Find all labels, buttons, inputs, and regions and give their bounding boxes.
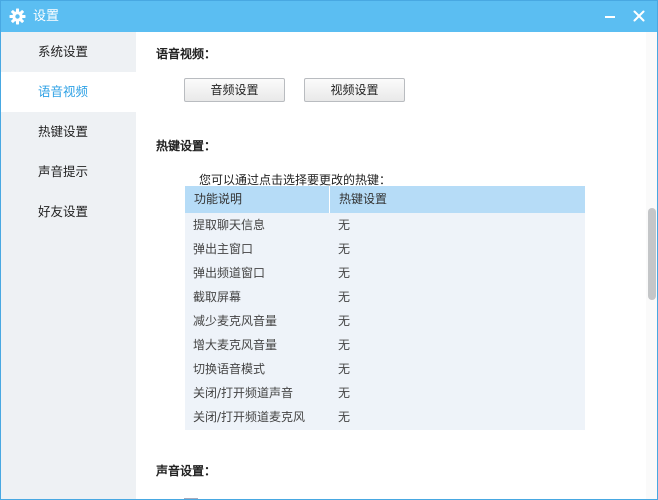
hotkey-value[interactable]: 无: [338, 333, 350, 357]
hotkey-function: 弹出频道窗口: [193, 266, 266, 280]
table-row[interactable]: 关闭/打开频道麦克风 无: [185, 405, 585, 429]
hotkey-function: 截取屏幕: [193, 290, 242, 304]
hotkey-table: 功能说明 热键设置 提取聊天信息 无 弹出主窗口 无 弹出频道窗口 无 截取屏幕…: [185, 186, 585, 430]
hotkey-function: 减少麦克风音量: [193, 314, 278, 328]
hotkey-value[interactable]: 无: [338, 237, 350, 261]
sidebar-item-hotkeys[interactable]: 热键设置: [1, 112, 136, 152]
column-divider: [329, 186, 330, 213]
title-bar[interactable]: 设置: [1, 1, 657, 32]
hotkey-function: 弹出主窗口: [193, 242, 254, 256]
table-row[interactable]: 关闭/打开频道声音 无: [185, 381, 585, 405]
table-row[interactable]: 弹出主窗口 无: [185, 237, 585, 261]
table-row[interactable]: 增大麦克风音量 无: [185, 333, 585, 357]
hotkey-value[interactable]: 无: [338, 309, 350, 333]
hotkey-function: 关闭/打开频道麦克风: [193, 410, 306, 424]
sidebar: 系统设置 语音视频 热键设置 声音提示 好友设置: [1, 32, 136, 499]
close-button[interactable]: [628, 5, 650, 27]
voice-video-title: 语音视频：: [156, 47, 217, 61]
hotkey-function: 关闭/打开频道声音: [193, 386, 294, 400]
hotkey-value[interactable]: 无: [338, 261, 350, 285]
hotkey-value[interactable]: 无: [338, 381, 350, 405]
minimize-icon: [605, 16, 615, 18]
minimize-button[interactable]: [599, 5, 621, 27]
column-header-hotkey: 热键设置: [339, 192, 388, 206]
table-row[interactable]: 减少麦克风音量 无: [185, 309, 585, 333]
hotkeys-title: 热键设置：: [156, 139, 217, 153]
table-row[interactable]: 截取屏幕 无: [185, 285, 585, 309]
hotkey-value[interactable]: 无: [338, 405, 350, 429]
table-row[interactable]: 切换语音模式 无: [185, 357, 585, 381]
column-header-function: 功能说明: [194, 192, 243, 206]
hotkey-function: 切换语音模式: [193, 362, 266, 376]
table-row[interactable]: 提取聊天信息 无: [185, 213, 585, 237]
vertical-scrollbar[interactable]: [646, 32, 657, 499]
hotkey-function: 提取聊天信息: [193, 218, 266, 232]
hotkey-value[interactable]: 无: [338, 285, 350, 309]
sound-settings-title: 声音设置：: [156, 464, 217, 478]
window-title: 设置: [33, 9, 60, 24]
hotkey-value[interactable]: 无: [338, 213, 350, 237]
table-row[interactable]: 弹出频道窗口 无: [185, 261, 585, 285]
sidebar-item-sound[interactable]: 声音提示: [1, 152, 136, 192]
video-settings-button[interactable]: 视频设置: [304, 78, 405, 102]
sidebar-item-system[interactable]: 系统设置: [1, 32, 136, 72]
hotkey-function: 增大麦克风音量: [193, 338, 278, 352]
settings-content: 语音视频： 音频设置 视频设置 热键设置： 您可以通过点击选择要更改的热键： 功…: [136, 32, 646, 499]
hotkey-value[interactable]: 无: [338, 357, 350, 381]
audio-settings-button[interactable]: 音频设置: [184, 78, 285, 102]
settings-window: 设置 系统设置 语音视频 热键设置 声音提示 好友设置 语音视频： 音频设置 视…: [0, 0, 658, 500]
scrollbar-thumb[interactable]: [648, 208, 656, 300]
sidebar-item-voice-video[interactable]: 语音视频: [1, 72, 136, 112]
sidebar-item-friends[interactable]: 好友设置: [1, 192, 136, 232]
table-header: 功能说明 热键设置: [185, 186, 585, 213]
gear-icon: [9, 8, 26, 25]
close-icon: [633, 10, 645, 22]
